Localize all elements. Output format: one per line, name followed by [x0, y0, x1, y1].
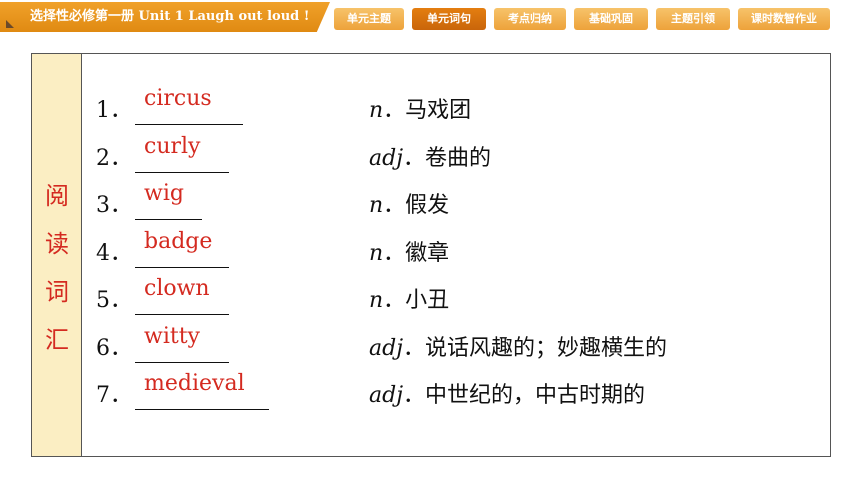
answer-blank — [135, 266, 229, 268]
definition: adj．中世纪的，中古时期的 — [369, 377, 645, 409]
vocab-row: 6． witty adj．说话风趣的；妙趣横生的 — [92, 322, 812, 370]
answer-blank — [135, 409, 269, 410]
answer-blank — [135, 219, 202, 220]
item-number: 2． — [96, 145, 132, 171]
vocab-list: 1． circus n．马戏团 2． curly adj．卷曲的 3． wig … — [92, 84, 812, 417]
tab-homework[interactable]: 课时数智作业 — [738, 8, 830, 30]
part-of-speech: adj — [369, 335, 404, 361]
vocab-row: 4． badge n．徽章 — [92, 227, 812, 275]
vocab-row: 7． medieval adj．中世纪的，中古时期的 — [92, 369, 812, 417]
answer-word: wig — [144, 181, 184, 206]
vocab-row: 1． circus n．马戏团 — [92, 84, 812, 132]
tab-unit-theme[interactable]: 单元主题 — [334, 8, 404, 30]
tab-basic-practice[interactable]: 基础巩固 — [574, 8, 648, 30]
section-label-char: 读 — [45, 230, 69, 258]
definition: n．马戏团 — [369, 92, 471, 124]
answer-blank — [135, 314, 229, 315]
tab-theme-guide[interactable]: 主题引领 — [656, 8, 730, 30]
item-number: 3． — [96, 193, 132, 218]
vocab-row: 5． clown n．小丑 — [92, 274, 812, 322]
definition: n．徽章 — [369, 235, 449, 267]
meaning: ．小丑 — [383, 288, 450, 313]
part-of-speech: n — [369, 193, 384, 218]
section-side-bar: 阅 读 词 汇 — [32, 54, 82, 456]
answer-word: witty — [144, 323, 200, 349]
definition: n．小丑 — [369, 282, 449, 314]
definition: adj．卷曲的 — [369, 140, 491, 172]
answer-blank — [135, 361, 229, 363]
section-label-char: 汇 — [45, 326, 69, 354]
answer-word: circus — [144, 86, 212, 111]
course-title-banner: 选择性必修第一册 Unit 1 Laugh out loud ! — [0, 2, 330, 32]
answer-word: medieval — [144, 371, 245, 396]
answer-word: clown — [144, 276, 210, 301]
part-of-speech: n — [369, 240, 384, 266]
section-label: 阅 读 词 汇 — [32, 172, 82, 364]
tab-key-points[interactable]: 考点归纳 — [494, 8, 566, 30]
item-number: 4． — [96, 240, 132, 266]
meaning: ．卷曲的 — [403, 145, 492, 171]
answer-word: curly — [144, 133, 201, 159]
meaning: ．徽章 — [383, 240, 450, 266]
item-number: 7． — [96, 383, 132, 408]
part-of-speech: adj — [369, 145, 404, 171]
item-number: 5． — [96, 288, 132, 313]
definition: n．假发 — [369, 187, 449, 219]
vocabulary-panel: 阅 读 词 汇 1． circus n．马戏团 2． curly adj．卷曲的… — [31, 53, 831, 457]
item-number: 1． — [96, 98, 132, 123]
part-of-speech: n — [369, 98, 384, 123]
section-label-char: 阅 — [45, 182, 69, 210]
meaning: ．说话风趣的；妙趣横生的 — [403, 335, 668, 361]
top-header: 选择性必修第一册 Unit 1 Laugh out loud ! 单元主题 单元… — [0, 0, 860, 34]
section-label-char: 词 — [45, 278, 69, 306]
course-title: 选择性必修第一册 Unit 1 Laugh out loud ! — [30, 9, 310, 24]
meaning: ．假发 — [383, 193, 450, 218]
tab-unit-vocabulary[interactable]: 单元词句 — [412, 8, 486, 30]
answer-blank — [135, 124, 243, 125]
banner-corner-decoration — [6, 20, 14, 28]
definition: adj．说话风趣的；妙趣横生的 — [369, 330, 667, 362]
vocab-row: 3． wig n．假发 — [92, 179, 812, 227]
part-of-speech: n — [369, 288, 384, 313]
item-number: 6． — [96, 335, 132, 361]
vocab-row: 2． curly adj．卷曲的 — [92, 132, 812, 180]
meaning: ．中世纪的，中古时期的 — [403, 383, 646, 408]
answer-word: badge — [144, 228, 213, 254]
part-of-speech: adj — [369, 383, 404, 408]
meaning: ．马戏团 — [383, 98, 472, 123]
answer-blank — [135, 171, 229, 173]
